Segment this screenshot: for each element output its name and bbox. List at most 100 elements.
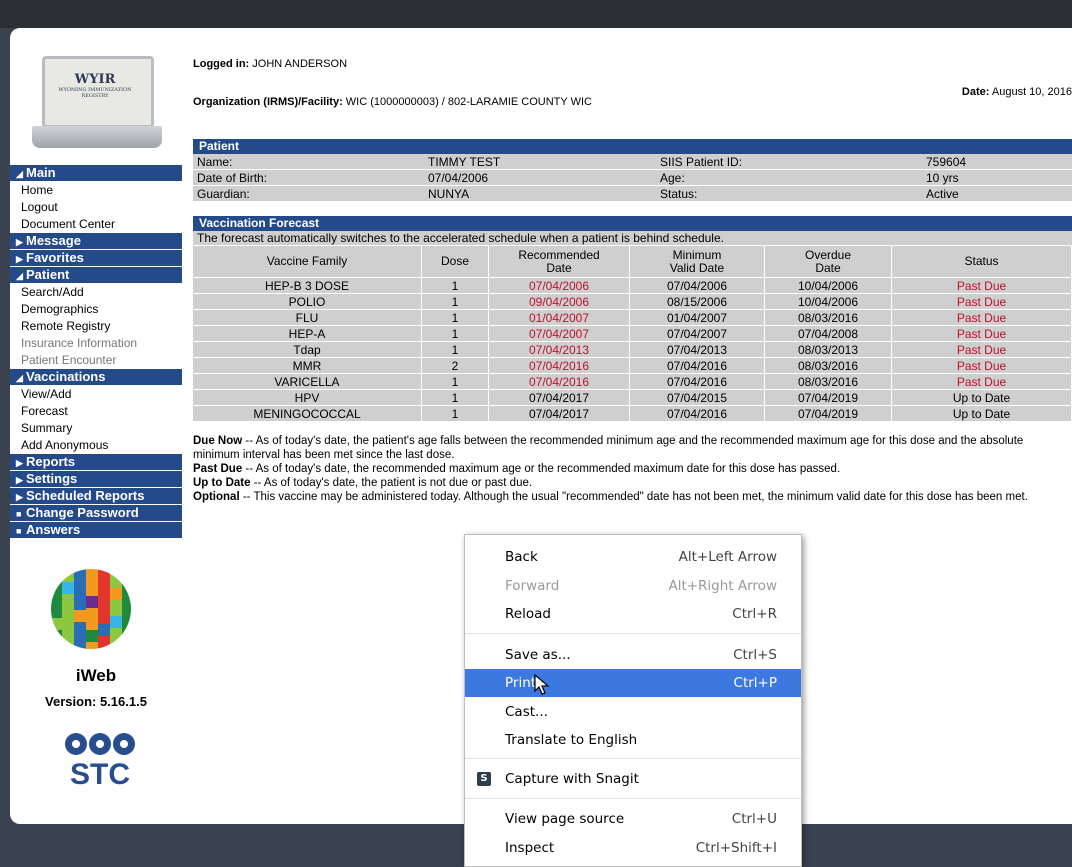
current-date: Date: August 10, 2016: [962, 86, 1072, 98]
organization-info: Organization (IRMS)/Facility: WIC (10000…: [193, 96, 592, 108]
nav-item-insurance-information: Insurance Information: [21, 336, 138, 350]
nav-section-main[interactable]: ◢ Main: [10, 165, 182, 182]
logo-subtitle: WYOMING IMMUNIZATION REGISTRY: [58, 87, 132, 99]
forecast-table: Vaccine Family Dose Recommended Date Mini…: [193, 246, 1072, 422]
triangle-right-icon: ▶: [16, 254, 23, 264]
recommended-date-cell: 07/04/2017: [488, 389, 630, 406]
overdue-date-cell: 07/04/2019: [764, 389, 892, 406]
col-overdue-date: Overdue Date: [764, 246, 892, 278]
menu-item-inspect[interactable]: Inspect Ctrl+Shift+I: [465, 834, 801, 862]
recommended-date-cell: 01/04/2007: [488, 309, 630, 326]
nav-item-summary[interactable]: Summary: [10, 420, 182, 437]
status-cell: Past Due: [891, 309, 1072, 326]
nav-item-logout[interactable]: Logout: [10, 199, 182, 216]
nav-item-view-add[interactable]: View/Add: [10, 386, 182, 403]
triangle-right-icon: ▶: [16, 492, 23, 502]
status-value: Active: [922, 185, 1072, 202]
date-label: Date:: [961, 86, 990, 98]
nav-section-scheduled-reports[interactable]: ▶ Scheduled Reports: [10, 488, 182, 505]
table-row: HEP-A 1 07/04/2007 07/04/2007 07/04/2008 Past…: [193, 325, 1072, 342]
forecast-note: The forecast automatically switches to t…: [193, 231, 1072, 246]
vaccine-family-cell: Tdap: [193, 341, 422, 358]
nav-item-demographics[interactable]: Demographics: [10, 301, 182, 318]
overdue-date-cell: 08/03/2016: [764, 309, 892, 326]
patient-info-table: Name: TIMMY TEST SIIS Patient ID: 759604…: [193, 154, 1072, 202]
recommended-date-cell: 07/04/2017: [488, 405, 630, 422]
menu-item-view-source[interactable]: View page source Ctrl+U: [465, 805, 801, 833]
table-row: FLU 1 01/04/2007 01/04/2007 08/03/2016 Past D…: [193, 309, 1072, 326]
minimum-valid-date-cell: 07/04/2016: [629, 373, 765, 390]
menu-item-reload[interactable]: Reload Ctrl+R: [465, 600, 801, 628]
table-row: MMR 2 07/04/2016 07/04/2016 08/03/2016 Past D…: [193, 357, 1072, 374]
menu-item-translate[interactable]: Translate to English: [465, 726, 801, 754]
table-row: POLIO 1 09/04/2006 08/15/2006 10/04/2006 Past…: [193, 293, 1072, 310]
name-label: Name:: [193, 154, 424, 170]
sidebar-nav: ◢ Main Home Logout Document Center ▶ Messa…: [10, 165, 182, 539]
nav-item-document-center[interactable]: Document Center: [10, 216, 182, 233]
menu-divider: [465, 798, 801, 799]
table-row: MENINGOCOCCAL 1 07/04/2017 07/04/2016 07/04/…: [193, 405, 1072, 422]
nav-section-reports[interactable]: ▶ Reports: [10, 454, 182, 471]
recommended-date-cell: 07/04/2007: [488, 325, 630, 342]
menu-item-save-as[interactable]: Save as... Ctrl+S: [465, 641, 801, 669]
minimum-valid-date-cell: 07/04/2013: [629, 341, 765, 358]
triangle-right-icon: ▶: [16, 458, 23, 468]
menu-item-capture-snagit[interactable]: S Capture with Snagit: [465, 765, 801, 793]
nav-section-patient[interactable]: ◢ Patient: [10, 267, 182, 284]
age-label: Age:: [656, 169, 922, 186]
nav-item-forecast[interactable]: Forecast: [10, 403, 182, 420]
forecast-rows: HEP-B 3 DOSE 1 07/04/2006 07/04/2006 10/04/2…: [193, 277, 1072, 422]
menu-item-print[interactable]: Print... Ctrl+P: [465, 669, 801, 697]
overdue-date-cell: 07/04/2019: [764, 405, 892, 422]
status-cell: Past Due: [891, 277, 1072, 294]
status-cell: Past Due: [891, 293, 1072, 310]
dose-cell: 1: [421, 309, 489, 326]
status-cell: Past Due: [891, 357, 1072, 374]
forecast-section-title: Vaccination Forecast: [193, 216, 1072, 231]
snagit-icon: S: [477, 772, 491, 786]
version-label: Version: 5.16.1.5: [45, 694, 147, 709]
menu-divider: [465, 758, 801, 759]
square-bullet-icon: ■: [16, 526, 22, 536]
nav-section-change-password[interactable]: ■ Change Password: [10, 505, 182, 522]
organization-label: Organization (IRMS)/Facility:: [193, 96, 343, 108]
logged-in-info: Logged in: JOHN ANDERSON: [193, 58, 347, 70]
table-header-row: Vaccine Family Dose Recommended Date Mini…: [193, 246, 1072, 278]
status-cell: Up to Date: [891, 389, 1072, 406]
dob-value: 07/04/2006: [424, 169, 656, 186]
legend-due-now: Due Now -- As of today's date, the patie…: [193, 435, 1024, 461]
patient-section-title: Patient: [193, 139, 1072, 154]
table-row: HPV 1 07/04/2017 07/04/2015 07/04/2019 Up to …: [193, 389, 1072, 406]
age-value: 10 yrs: [922, 169, 1072, 186]
nav-section-message[interactable]: ▶ Message: [10, 233, 182, 250]
dose-cell: 1: [421, 341, 489, 358]
nav-item-search-add[interactable]: Search/Add: [10, 284, 182, 301]
nav-section-answers[interactable]: ■ Answers: [10, 522, 182, 539]
recommended-date-cell: 07/04/2016: [488, 357, 630, 374]
nav-section-vaccinations[interactable]: ◢ Vaccinations: [10, 369, 182, 386]
dose-cell: 1: [421, 389, 489, 406]
status-cell: Up to Date: [891, 405, 1072, 422]
status-cell: Past Due: [891, 341, 1072, 358]
square-bullet-icon: ■: [16, 509, 22, 519]
nav-section-favorites[interactable]: ▶ Favorites: [10, 250, 182, 267]
menu-item-cast[interactable]: Cast...: [465, 698, 801, 726]
col-vaccine-family: Vaccine Family: [193, 246, 422, 278]
legend-past-due: Past Due -- As of today's date, the reco…: [193, 463, 841, 475]
main-content: Patient Name: TIMMY TEST SIIS Patient ID…: [193, 139, 1072, 504]
col-dose: Dose: [421, 246, 489, 278]
status-cell: Past Due: [891, 325, 1072, 342]
patient-id-label: SIIS Patient ID:: [656, 154, 922, 170]
overdue-date-cell: 07/04/2008: [764, 325, 892, 342]
nav-item-remote-registry[interactable]: Remote Registry: [10, 318, 182, 335]
dose-cell: 1: [421, 405, 489, 422]
col-status: Status: [891, 246, 1072, 278]
table-row: HEP-B 3 DOSE 1 07/04/2006 07/04/2006 10/04/2…: [193, 277, 1072, 294]
laptop-base: [32, 126, 162, 148]
vaccine-family-cell: HEP-A: [193, 325, 422, 342]
nav-item-home[interactable]: Home: [10, 182, 182, 199]
nav-item-add-anonymous[interactable]: Add Anonymous: [10, 437, 182, 454]
mouse-cursor-icon: [534, 674, 550, 695]
nav-section-settings[interactable]: ▶ Settings: [10, 471, 182, 488]
menu-item-back[interactable]: Back Alt+Left Arrow: [465, 543, 801, 571]
